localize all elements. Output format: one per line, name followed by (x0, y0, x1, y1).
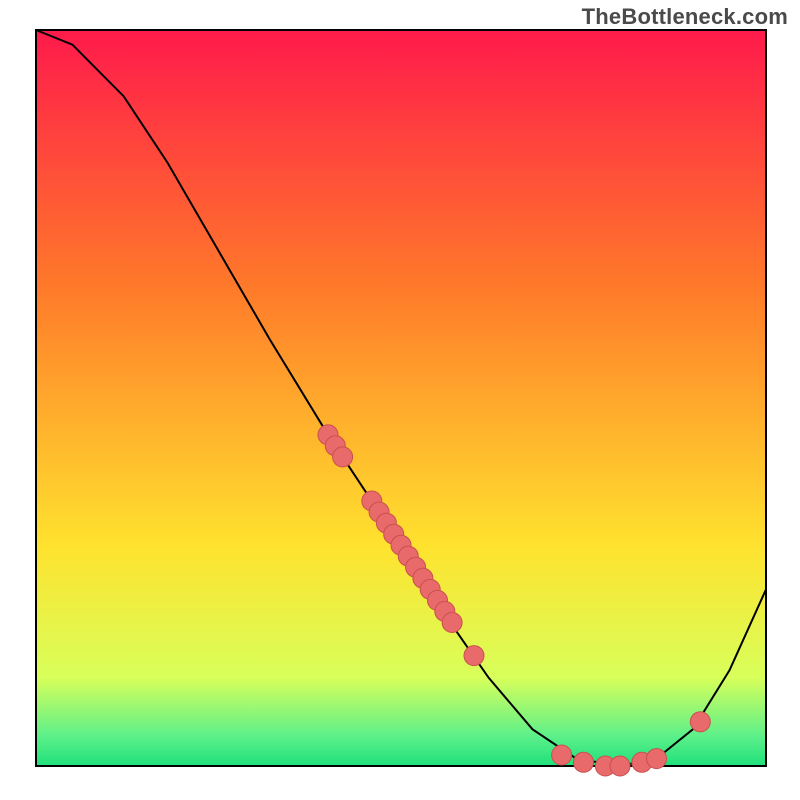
chart-container: TheBottleneck.com (0, 0, 800, 800)
data-point (690, 712, 710, 732)
data-point (333, 447, 353, 467)
data-point (552, 745, 572, 765)
plot-background (36, 30, 766, 766)
data-point (647, 749, 667, 769)
data-point (574, 752, 594, 772)
data-point (442, 613, 462, 633)
data-point (464, 646, 484, 666)
watermark-label: TheBottleneck.com (582, 4, 788, 30)
chart-svg (0, 0, 800, 800)
data-point (610, 756, 630, 776)
